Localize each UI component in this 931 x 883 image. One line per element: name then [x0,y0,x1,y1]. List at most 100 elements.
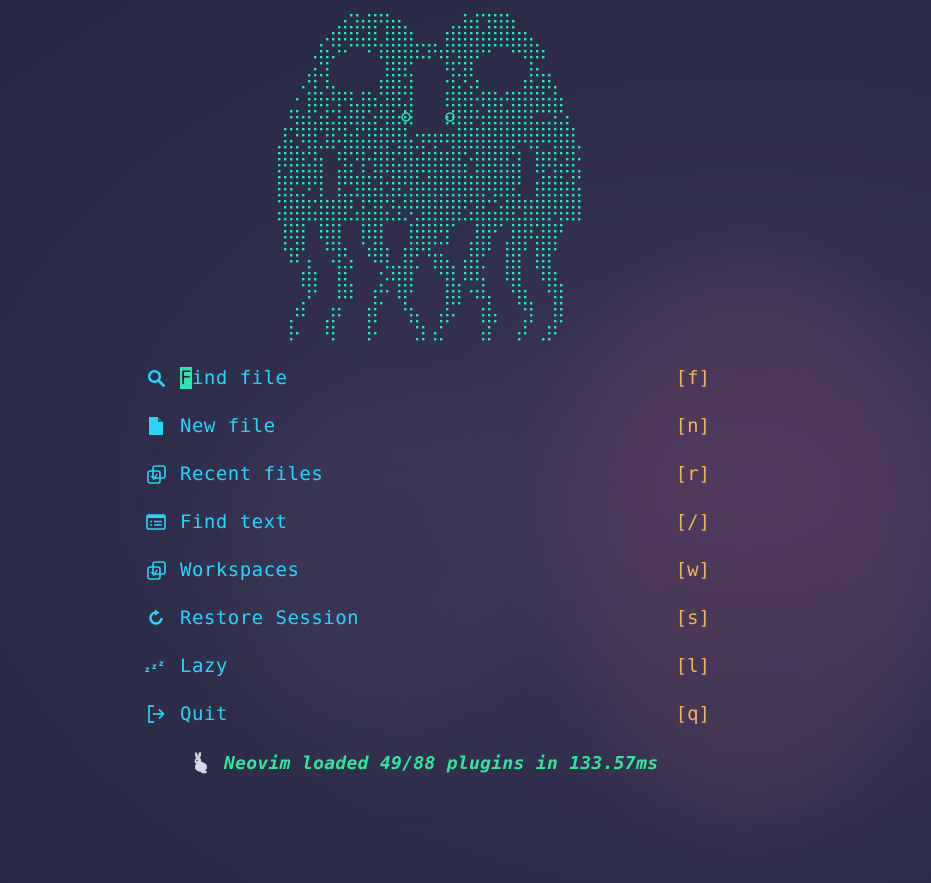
art-dot [440,140,443,143]
art-dot [506,98,509,101]
menu-item-find-file[interactable]: Find file [f] [144,363,710,393]
art-dot [512,254,515,257]
art-dot [410,50,413,53]
art-dot [374,296,377,299]
art-dot [434,158,437,161]
art-dot [464,200,467,203]
art-dot [512,170,515,173]
art-dot [560,314,563,317]
art-dot [284,164,287,167]
art-dot [344,116,347,119]
art-dot [308,146,311,149]
art-dot [440,200,443,203]
art-dot [446,92,449,95]
art-dot [386,38,389,41]
art-dot [506,158,509,161]
art-dot [482,116,485,119]
art-dot [302,308,305,311]
art-dot [380,80,383,83]
art-dot [344,32,347,35]
menu-item-workspaces[interactable]: Workspaces [w] [144,555,710,585]
art-dot [296,176,299,179]
art-dot [470,122,473,125]
art-dot [512,92,515,95]
art-dot [494,224,497,227]
art-dot [422,248,425,251]
art-dot [296,230,299,233]
menu-item-recent-files[interactable]: Recent files [r] [144,459,710,489]
art-dot [356,122,359,125]
menu-item-new-file[interactable]: New file [n] [144,411,710,441]
art-dot [464,266,467,269]
art-dot [494,128,497,131]
art-dot [530,320,533,323]
art-dot [398,68,401,71]
art-dot [524,200,527,203]
art-dot [290,152,293,155]
art-dot [416,194,419,197]
art-dot [536,128,539,131]
art-dot [428,254,431,257]
art-dot [506,44,509,47]
art-dot [410,200,413,203]
art-dot [482,320,485,323]
art-dot [398,212,401,215]
art-dot [386,116,389,119]
art-dot [542,152,545,155]
art-dot [494,230,497,233]
art-dot [416,242,419,245]
art-dot [404,194,407,197]
art-dot [380,140,383,143]
art-dot [338,290,341,293]
menu-item-restore-session[interactable]: Restore Session [s] [144,603,710,633]
art-dot [560,146,563,149]
art-dot [296,314,299,317]
art-dot [320,98,323,101]
art-dot [512,122,515,125]
art-dot [452,188,455,191]
menu-item-lazy[interactable]: zzz Lazy [l] [144,651,710,681]
art-dot [500,212,503,215]
art-dot [428,224,431,227]
art-dot [362,164,365,167]
menu-item-find-text[interactable]: Find text [/] [144,507,710,537]
art-dot [326,74,329,77]
art-dot [500,206,503,209]
art-dot [368,104,371,107]
art-dot [368,110,371,113]
art-dot [524,308,527,311]
art-dot [524,140,527,143]
art-dot [308,260,311,263]
art-dot [476,44,479,47]
art-dot [398,140,401,143]
art-dot [488,200,491,203]
art-dot [338,92,341,95]
art-dot [362,170,365,173]
art-dot [458,206,461,209]
art-dot [494,14,497,17]
art-dot [308,80,311,83]
art-dot [554,152,557,155]
art-dot [554,122,557,125]
art-dot [314,56,317,59]
menu-item-quit[interactable]: Quit [q] [144,699,710,729]
art-dot [416,188,419,191]
art-dot [566,128,569,131]
art-dot [422,326,425,329]
art-dot [434,230,437,233]
art-dot [392,200,395,203]
art-dot [278,212,281,215]
art-dot [548,140,551,143]
art-dot [458,110,461,113]
art-dot [362,98,365,101]
art-dot [422,236,425,239]
art-dot [542,248,545,251]
art-dot [326,242,329,245]
art-dot [380,254,383,257]
art-dot [452,266,455,269]
art-dot [542,266,545,269]
art-dot [458,188,461,191]
art-dot [302,140,305,143]
art-dot [398,38,401,41]
art-dot [494,26,497,29]
